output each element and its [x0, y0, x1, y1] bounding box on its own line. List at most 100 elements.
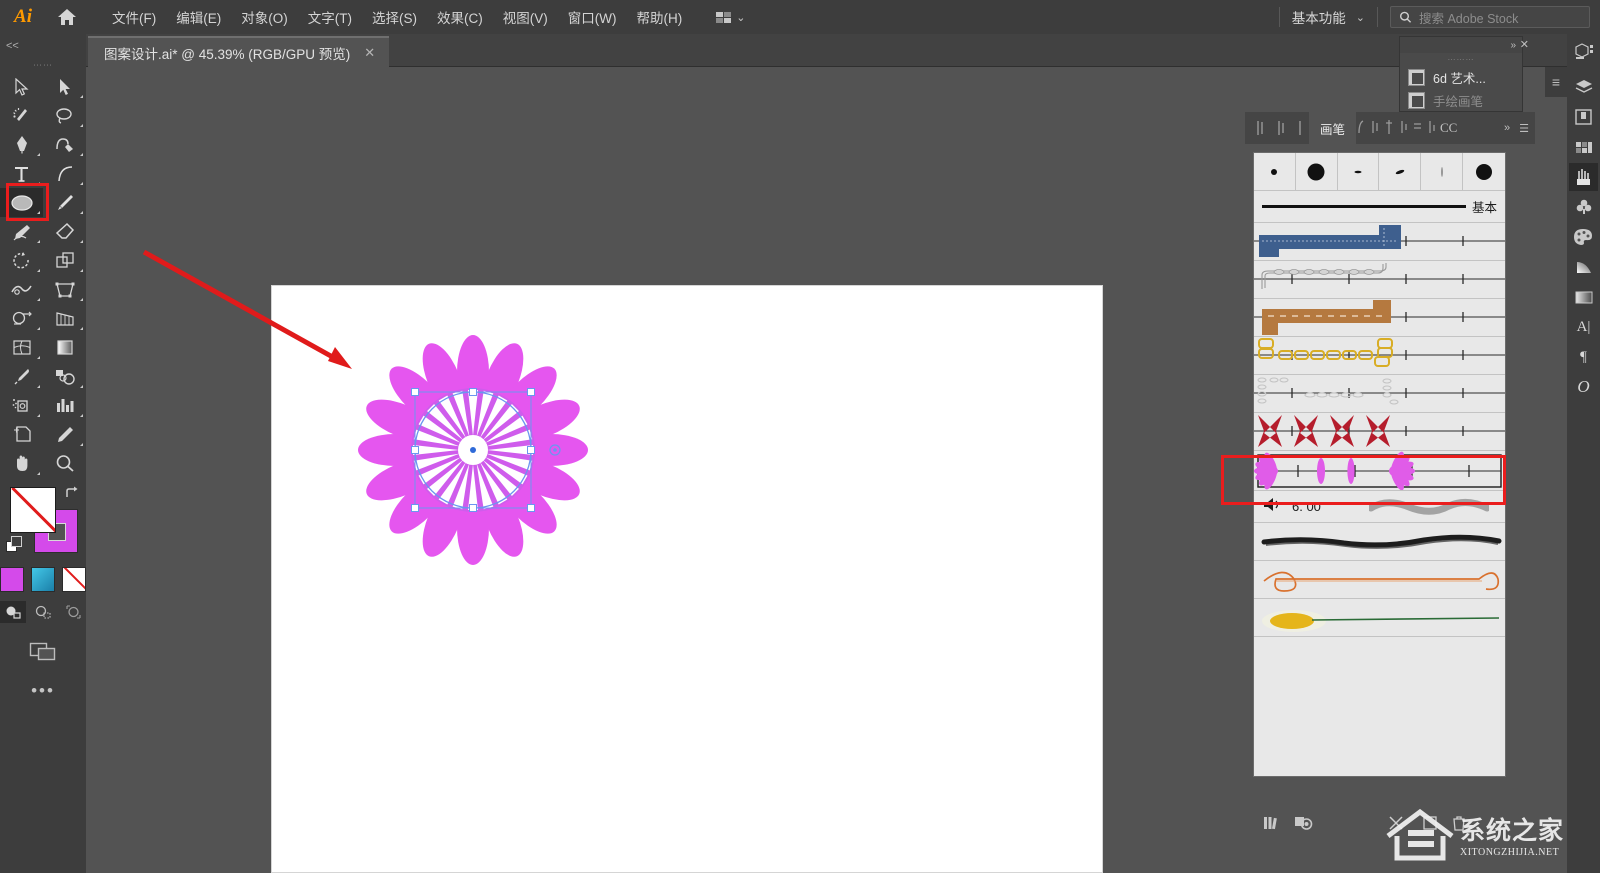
magic-wand-tool[interactable]	[0, 101, 43, 130]
brush-charcoal-rough[interactable]	[1254, 523, 1505, 561]
delete-brush-icon[interactable]	[1452, 815, 1466, 836]
ellipse-tool[interactable]	[0, 188, 43, 217]
tab-stroke[interactable]	[1251, 112, 1271, 144]
dock-character[interactable]: A|	[1569, 313, 1598, 341]
tab-layers[interactable]	[1412, 119, 1423, 138]
symbol-sprayer-tool[interactable]	[0, 391, 43, 420]
dock-gradient[interactable]	[1569, 253, 1598, 281]
brush-gold-chain[interactable]	[1254, 337, 1505, 375]
brush-blue-band[interactable]	[1254, 223, 1505, 261]
expand-icon[interactable]: »	[1504, 122, 1510, 134]
dock-top-button[interactable]	[1567, 34, 1600, 67]
cc-libraries-icon[interactable]	[1294, 815, 1314, 836]
paintbrush-tool[interactable]	[43, 188, 86, 217]
brush-20pt-round[interactable]	[1296, 153, 1338, 190]
scale-tool[interactable]	[43, 246, 86, 275]
eyedropper-tool[interactable]	[0, 362, 43, 391]
direct-selection-tool[interactable]	[43, 72, 86, 101]
rotate-tool[interactable]	[0, 246, 43, 275]
tab-appearance[interactable]	[1384, 119, 1395, 138]
home-icon[interactable]	[46, 0, 88, 34]
menu-item-effect[interactable]: 效果(C)	[427, 2, 493, 32]
dock-artboards[interactable]	[1569, 103, 1598, 131]
tab-links[interactable]	[1426, 119, 1437, 138]
default-fill-stroke-icon[interactable]	[6, 536, 23, 558]
selection-tool[interactable]	[0, 72, 43, 101]
menu-item-view[interactable]: 视图(V)	[493, 2, 558, 32]
artboard-tool[interactable]	[0, 420, 43, 449]
basic-brush[interactable]: 基本	[1254, 191, 1505, 223]
zoom-tool[interactable]	[43, 449, 86, 478]
brush-magenta-petal[interactable]	[1254, 451, 1505, 491]
gradient-mode[interactable]	[31, 567, 55, 592]
blend-tool[interactable]	[43, 362, 86, 391]
brush-red-ribbon[interactable]	[1254, 413, 1505, 451]
search-input[interactable]: 搜索 Adobe Stock	[1390, 6, 1590, 28]
tab-transparency[interactable]	[1291, 112, 1309, 144]
brushes-list[interactable]: 基本	[1253, 152, 1506, 777]
canvas-area[interactable]	[86, 67, 1244, 873]
dock-swatches[interactable]	[1569, 133, 1598, 161]
shape-builder-tool[interactable]	[0, 304, 43, 333]
new-brush-icon[interactable]	[1422, 815, 1438, 836]
brush-white-chain[interactable]	[1254, 375, 1505, 413]
free-transform-tool[interactable]	[43, 275, 86, 304]
menu-item-type[interactable]: 文字(T)	[298, 2, 362, 32]
swap-fill-stroke-icon[interactable]	[64, 485, 80, 506]
mesh-tool[interactable]	[0, 333, 43, 362]
close-icon[interactable]: ✕	[1520, 38, 1529, 51]
menu-item-window[interactable]: 窗口(W)	[558, 2, 627, 32]
tab-brushes[interactable]: 画笔	[1309, 112, 1356, 144]
tab-cc-libraries[interactable]: CC	[1440, 120, 1457, 136]
menu-item-select[interactable]: 选择(S)	[362, 2, 427, 32]
column-graph-tool[interactable]	[43, 391, 86, 420]
brush-size-entry[interactable]: 6. 00	[1254, 491, 1505, 523]
brush-libraries-icon[interactable]	[1263, 815, 1280, 836]
tool-panel-collapse-button[interactable]: <<	[0, 34, 86, 58]
brush-5pt-flat-angled[interactable]	[1379, 153, 1421, 190]
list-item[interactable]: 手绘画笔	[1400, 89, 1522, 112]
screen-mode-button[interactable]	[0, 639, 86, 663]
panel-dock-menu[interactable]: ≡	[1545, 67, 1567, 97]
slice-tool[interactable]	[43, 420, 86, 449]
eraser-tool[interactable]	[43, 217, 86, 246]
pen-tool[interactable]	[0, 130, 43, 159]
tab-gradient[interactable]	[1271, 112, 1291, 144]
menu-item-help[interactable]: 帮助(H)	[626, 2, 692, 32]
color-mode[interactable]	[0, 567, 24, 592]
brush-10pt-oval-thin[interactable]	[1421, 153, 1463, 190]
brush-options-icon[interactable]	[1388, 815, 1408, 836]
document-tab[interactable]: 图案设计.ai* @ 45.39% (RGB/GPU 预览) ✕	[88, 36, 389, 67]
panel-menu-icon[interactable]: ☰	[1519, 122, 1529, 135]
dock-transparency[interactable]	[1569, 283, 1598, 311]
perspective-grid-tool[interactable]	[43, 304, 86, 333]
arrange-documents-button[interactable]: ⌄	[710, 8, 751, 27]
gradient-tool[interactable]	[43, 333, 86, 362]
menu-item-object[interactable]: 对象(O)	[231, 2, 298, 32]
line-segment-tool[interactable]	[43, 159, 86, 188]
shaper-tool[interactable]	[0, 217, 43, 246]
draw-inside-mode[interactable]	[60, 601, 86, 623]
dock-color[interactable]	[1569, 223, 1598, 251]
tab-graphic-styles[interactable]	[1370, 119, 1381, 138]
workspace-switcher[interactable]: 基本功能 ⌄	[1280, 3, 1377, 31]
brush-brown-rope[interactable]	[1254, 299, 1505, 337]
menu-item-edit[interactable]: 编辑(E)	[166, 2, 231, 32]
brush-5pt-round[interactable]	[1254, 153, 1296, 190]
dock-symbols[interactable]	[1569, 193, 1598, 221]
fill-swatch[interactable]	[10, 487, 56, 533]
close-icon[interactable]: ✕	[364, 45, 375, 61]
dock-paragraph[interactable]: ¶	[1569, 343, 1598, 371]
type-tool[interactable]	[0, 159, 43, 188]
draw-normal-mode[interactable]	[0, 601, 26, 623]
lasso-tool[interactable]	[43, 101, 86, 130]
none-mode[interactable]	[62, 567, 86, 592]
brush-silver-chain[interactable]	[1254, 261, 1505, 299]
dock-brushes[interactable]	[1569, 163, 1598, 191]
curvature-tool[interactable]	[43, 130, 86, 159]
hand-tool[interactable]	[0, 449, 43, 478]
brush-20pt-round-b[interactable]	[1463, 153, 1505, 190]
tab-symbols[interactable]	[1356, 119, 1367, 138]
dock-layers[interactable]	[1569, 73, 1598, 101]
width-tool[interactable]	[0, 275, 43, 304]
